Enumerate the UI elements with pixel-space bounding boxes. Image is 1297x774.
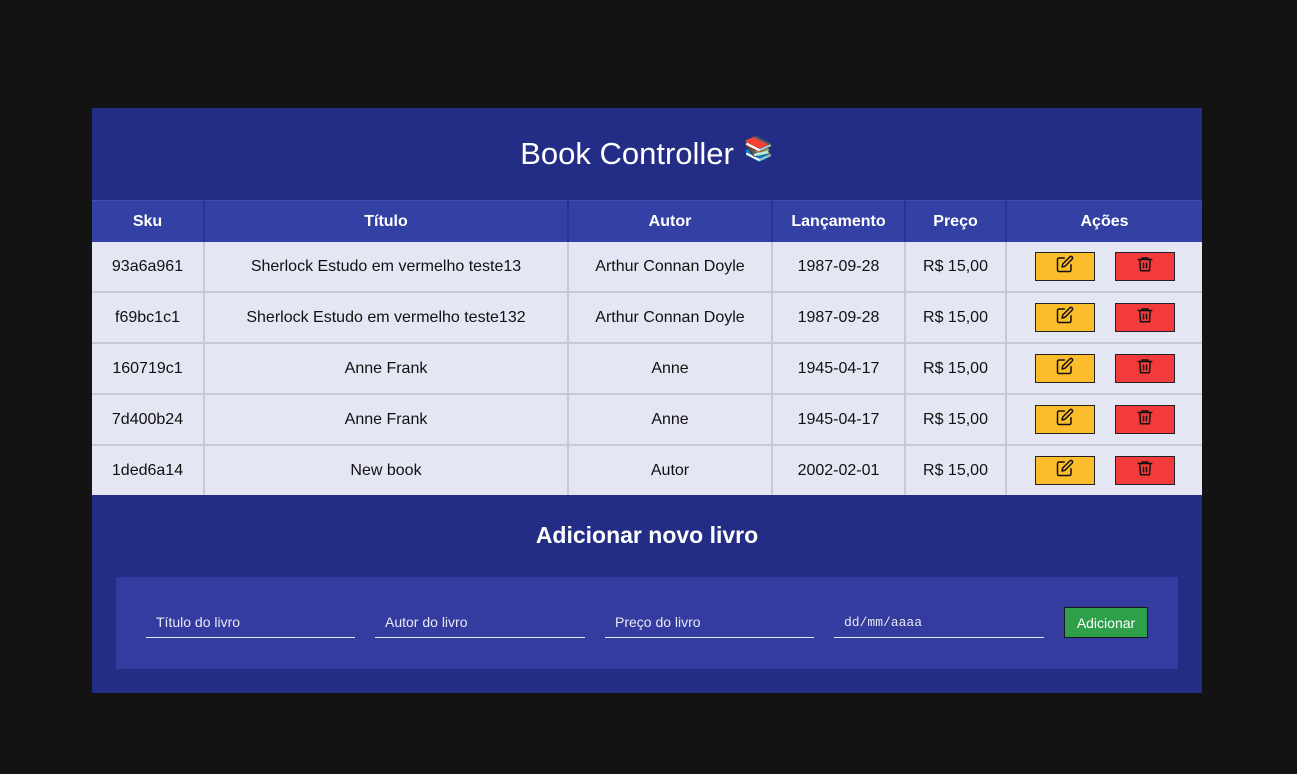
cell-lancamento: 1945-04-17 xyxy=(772,343,906,395)
author-input[interactable] xyxy=(375,607,585,637)
edit-button[interactable] xyxy=(1034,354,1095,383)
delete-button[interactable] xyxy=(1114,405,1175,434)
price-field xyxy=(605,607,814,638)
cell-acoes xyxy=(1006,343,1202,395)
edit-icon xyxy=(1056,408,1074,431)
column-header-acoes: Ações xyxy=(1006,200,1202,242)
column-header-preco: Preço xyxy=(905,200,1007,242)
cell-preco: R$ 15,00 xyxy=(905,343,1007,395)
date-input[interactable] xyxy=(834,607,1044,637)
column-header-autor: Autor xyxy=(568,200,773,242)
price-input[interactable] xyxy=(605,607,814,637)
cell-acoes xyxy=(1006,242,1202,293)
cell-lancamento: 1945-04-17 xyxy=(772,394,906,446)
edit-button[interactable] xyxy=(1034,252,1095,281)
edit-icon xyxy=(1056,255,1074,278)
cell-sku: 1ded6a14 xyxy=(92,445,205,495)
trash-icon xyxy=(1136,255,1154,278)
page-header: Book Controller 📚 xyxy=(92,108,1202,200)
title-field xyxy=(146,607,355,638)
cell-acoes xyxy=(1006,292,1202,344)
cell-preco: R$ 15,00 xyxy=(905,445,1007,495)
trash-icon xyxy=(1136,408,1154,431)
books-emoji-icon: 📚 xyxy=(743,135,774,163)
column-header-titulo: Título xyxy=(204,200,569,242)
add-book-title: Adicionar novo livro xyxy=(535,522,759,548)
page-title: Book Controller xyxy=(520,136,734,171)
cell-titulo: Sherlock Estudo em vermelho teste132 xyxy=(204,292,569,344)
cell-titulo: Anne Frank xyxy=(204,343,569,395)
trash-icon xyxy=(1136,459,1154,482)
delete-button[interactable] xyxy=(1114,252,1175,281)
trash-icon xyxy=(1136,357,1154,380)
cell-autor: Anne xyxy=(568,394,773,446)
cell-titulo: Sherlock Estudo em vermelho teste13 xyxy=(204,242,569,293)
edit-icon xyxy=(1056,357,1074,380)
edit-button[interactable] xyxy=(1034,303,1095,332)
table-row: 160719c1 Anne Frank Anne 1945-04-17 R$ 15,00 xyxy=(92,343,1202,395)
delete-button[interactable] xyxy=(1114,456,1175,485)
cell-preco: R$ 15,00 xyxy=(905,242,1007,293)
delete-button[interactable] xyxy=(1114,303,1175,332)
edit-button[interactable] xyxy=(1034,405,1095,434)
cell-autor: Anne xyxy=(568,343,773,395)
book-controller-panel: Book Controller 📚 Sku Título Autor Lança… xyxy=(92,108,1202,693)
cell-autor: Autor xyxy=(568,445,773,495)
cell-titulo: Anne Frank xyxy=(204,394,569,446)
cell-titulo: New book xyxy=(204,445,569,495)
row-actions xyxy=(1007,354,1202,383)
cell-autor: Arthur Connan Doyle xyxy=(568,242,773,293)
cell-sku: 160719c1 xyxy=(92,343,205,395)
date-field xyxy=(834,607,1044,638)
row-actions xyxy=(1007,303,1202,332)
add-book-button[interactable]: Adicionar xyxy=(1064,607,1148,638)
books-table: Sku Título Autor Lançamento Preço Ações … xyxy=(92,200,1202,495)
delete-button[interactable] xyxy=(1114,354,1175,383)
cell-lancamento: 2002-02-01 xyxy=(772,445,906,495)
author-field xyxy=(375,607,585,638)
table-row: f69bc1c1 Sherlock Estudo em vermelho test… xyxy=(92,292,1202,344)
cell-acoes xyxy=(1006,394,1202,446)
table-row: 7d400b24 Anne Frank Anne 1945-04-17 R$ 15,00 xyxy=(92,394,1202,446)
cell-sku: f69bc1c1 xyxy=(92,292,205,344)
cell-autor: Arthur Connan Doyle xyxy=(568,292,773,344)
add-book-form: Adicionar xyxy=(116,577,1178,669)
row-actions xyxy=(1007,405,1202,434)
column-header-sku: Sku xyxy=(92,200,205,242)
cell-lancamento: 1987-09-28 xyxy=(772,242,906,293)
title-input[interactable] xyxy=(146,607,355,637)
edit-button[interactable] xyxy=(1034,456,1095,485)
table-header-row: Sku Título Autor Lançamento Preço Ações xyxy=(92,200,1202,242)
table-row: 93a6a961 Sherlock Estudo em vermelho test… xyxy=(92,242,1202,293)
cell-preco: R$ 15,00 xyxy=(905,394,1007,446)
edit-icon xyxy=(1056,459,1074,482)
row-actions xyxy=(1007,456,1202,485)
trash-icon xyxy=(1136,306,1154,329)
table-row: 1ded6a14 New book Autor 2002-02-01 R$ 15,00 xyxy=(92,445,1202,495)
cell-sku: 93a6a961 xyxy=(92,242,205,293)
row-actions xyxy=(1007,252,1202,281)
cell-preco: R$ 15,00 xyxy=(905,292,1007,344)
edit-icon xyxy=(1056,306,1074,329)
column-header-lancamento: Lançamento xyxy=(772,200,906,242)
cell-lancamento: 1987-09-28 xyxy=(772,292,906,344)
cell-acoes xyxy=(1006,445,1202,495)
cell-sku: 7d400b24 xyxy=(92,394,205,446)
